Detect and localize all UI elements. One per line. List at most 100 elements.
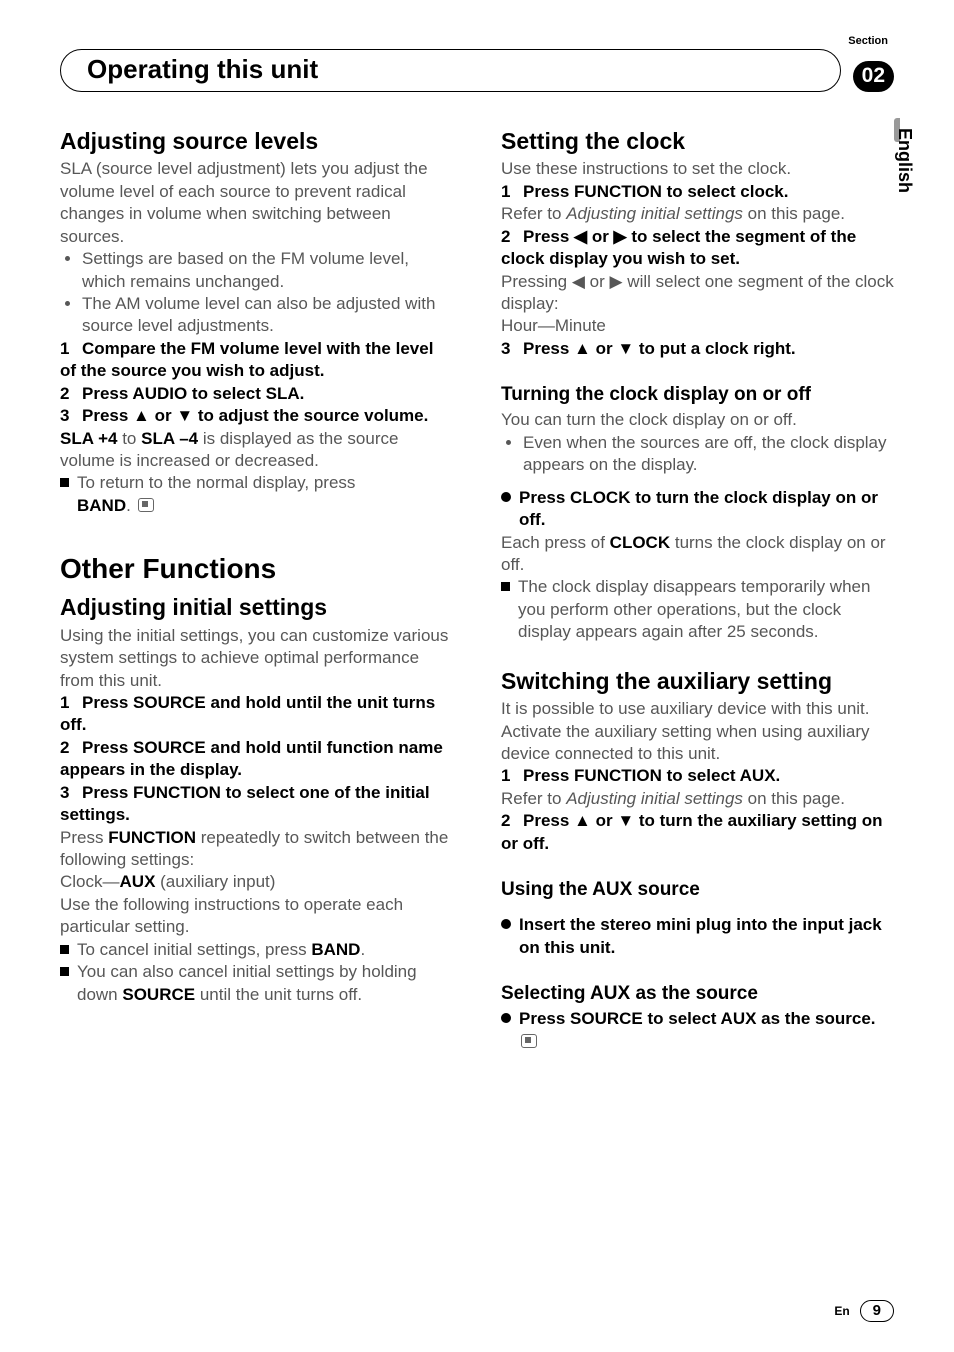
text: To return to the normal display, press — [77, 473, 355, 492]
text-italic: Adjusting initial settings — [566, 789, 743, 808]
para-use-following: Use the following instructions to operat… — [60, 894, 453, 939]
page-number-badge: 9 — [860, 1300, 894, 1322]
text: on this page. — [743, 789, 845, 808]
text: Clock— — [60, 872, 120, 891]
para-refer-aux: Refer to Adjusting initial settings on t… — [501, 788, 894, 810]
text-italic: Adjusting initial settings — [566, 204, 743, 223]
heading-using-aux-source: Using the AUX source — [501, 877, 894, 902]
text: . — [360, 940, 365, 959]
text: Press — [60, 828, 108, 847]
text: to — [117, 429, 141, 448]
action-text: Press CLOCK to turn the clock display on… — [519, 487, 894, 532]
para-step2-body: Pressing ◀ or ▶ will select one segment … — [501, 271, 894, 316]
section-number-badge: 02 — [853, 61, 894, 92]
para-initial-intro: Using the initial settings, you can cust… — [60, 625, 453, 692]
bullet-list-clock: Even when the sources are off, the clock… — [501, 432, 894, 477]
note-row: You can also cancel initial settings by … — [60, 961, 453, 1006]
step-row: 3Press FUNCTION to select one of the ini… — [60, 782, 453, 827]
para-hour-minute: Hour—Minute — [501, 315, 894, 337]
step-row: 1Press FUNCTION to select clock. — [501, 181, 894, 203]
heading-setting-the-clock: Setting the clock — [501, 126, 894, 156]
para-press-function: Press FUNCTION repeatedly to switch betw… — [60, 827, 453, 872]
heading-switching-aux: Switching the auxiliary setting — [501, 666, 894, 696]
list-item: Settings are based on the FM volume leve… — [82, 248, 453, 293]
text-bold: CLOCK — [610, 533, 670, 552]
step-row: 2Press ◀ or ▶ to select the segment of t… — [501, 226, 894, 271]
step-row: 3Press ▲ or ▼ to adjust the source volum… — [60, 405, 453, 427]
square-bullet-icon — [60, 967, 69, 976]
step-text: Press SOURCE and hold until function nam… — [60, 738, 443, 779]
square-bullet-icon — [60, 945, 69, 954]
text-bold: BAND — [77, 496, 126, 515]
note-text: To cancel initial settings, press BAND. — [77, 939, 365, 961]
footer-lang: En — [834, 1304, 849, 1318]
text-bold: AUX — [120, 872, 156, 891]
circle-bullet-icon — [501, 919, 511, 929]
square-bullet-icon — [60, 478, 69, 487]
step-row: 2Press SOURCE and hold until function na… — [60, 737, 453, 782]
step-row: 1Compare the FM volume level with the le… — [60, 338, 453, 383]
step-text: Press FUNCTION to select AUX. — [523, 766, 780, 785]
bullet-list-sla: Settings are based on the FM volume leve… — [60, 248, 453, 338]
note-text: You can also cancel initial settings by … — [77, 961, 453, 1006]
action-text: Insert the stereo mini plug into the inp… — [519, 914, 894, 959]
step-row: 2Press AUDIO to select SLA. — [60, 383, 453, 405]
action-text: Press SOURCE to select AUX as the source… — [519, 1008, 894, 1053]
content-columns: Adjusting source levels SLA (source leve… — [60, 126, 894, 1053]
step-row: 3Press ▲ or ▼ to put a clock right. — [501, 338, 894, 360]
heading-selecting-aux-source: Selecting AUX as the source — [501, 981, 894, 1006]
heading-adjusting-initial-settings: Adjusting initial settings — [60, 592, 453, 622]
text: Refer to — [501, 789, 566, 808]
step-text: Press FUNCTION to select one of the init… — [60, 783, 430, 824]
step-row: 1Press FUNCTION to select AUX. — [501, 765, 894, 787]
step-text: Press ▲ or ▼ to adjust the source volume… — [82, 406, 428, 425]
para-turning-intro: You can turn the clock display on or off… — [501, 409, 894, 431]
page: Section Operating this unit 02 English A… — [0, 0, 954, 1352]
step-text: Press ◀ or ▶ to select the segment of th… — [501, 227, 856, 268]
para-clock-aux: Clock—AUX (auxiliary input) — [60, 871, 453, 893]
text-bold: BAND — [311, 940, 360, 959]
left-column: Adjusting source levels SLA (source leve… — [60, 126, 453, 1053]
step-text: Press FUNCTION to select clock. — [523, 182, 788, 201]
action-row: Press CLOCK to turn the clock display on… — [501, 487, 894, 532]
square-bullet-icon — [501, 582, 510, 591]
para-setting-clock-intro: Use these instructions to set the clock. — [501, 158, 894, 180]
text: on this page. — [743, 204, 845, 223]
text-bold: SLA –4 — [141, 429, 198, 448]
step-row: 1Press SOURCE and hold until the unit tu… — [60, 692, 453, 737]
step-row: 2Press ▲ or ▼ to turn the auxiliary sett… — [501, 810, 894, 855]
heading-other-functions: Other Functions — [60, 551, 453, 588]
note-row: To return to the normal display, press B… — [60, 472, 453, 517]
end-section-icon — [521, 1034, 537, 1048]
circle-bullet-icon — [501, 492, 511, 502]
step-text: Press ▲ or ▼ to put a clock right. — [523, 339, 796, 358]
heading-adjusting-source-levels: Adjusting source levels — [60, 126, 453, 156]
note-row: The clock display disappears temporarily… — [501, 576, 894, 643]
text: . — [126, 496, 131, 515]
circle-bullet-icon — [501, 1013, 511, 1023]
text: (auxiliary input) — [155, 872, 275, 891]
section-label: Section — [848, 35, 888, 47]
right-column: Setting the clock Use these instructions… — [501, 126, 894, 1053]
end-section-icon — [138, 498, 154, 512]
action-row: Insert the stereo mini plug into the inp… — [501, 914, 894, 959]
text-bold: SOURCE — [122, 985, 195, 1004]
para-each-press: Each press of CLOCK turns the clock disp… — [501, 532, 894, 577]
text: Press SOURCE to select AUX as the source… — [519, 1009, 876, 1028]
header-row: Section Operating this unit 02 — [60, 35, 894, 92]
language-tab: English — [891, 120, 918, 201]
step-text: Press AUDIO to select SLA. — [82, 384, 304, 403]
text-bold: FUNCTION — [108, 828, 196, 847]
text-bold: SLA +4 — [60, 429, 117, 448]
page-footer: En 9 — [834, 1300, 894, 1322]
chapter-title: Operating this unit — [87, 54, 318, 84]
note-text: To return to the normal display, press B… — [77, 472, 355, 517]
para-aux-intro: It is possible to use auxiliary device w… — [501, 698, 894, 765]
note-row: To cancel initial settings, press BAND. — [60, 939, 453, 961]
text: Refer to — [501, 204, 566, 223]
text: To cancel initial settings, press — [77, 940, 311, 959]
para-sla-intro: SLA (source level adjustment) lets you a… — [60, 158, 453, 248]
note-text: The clock display disappears temporarily… — [518, 576, 894, 643]
list-item: Even when the sources are off, the clock… — [523, 432, 894, 477]
step-text: Compare the FM volume level with the lev… — [60, 339, 433, 380]
